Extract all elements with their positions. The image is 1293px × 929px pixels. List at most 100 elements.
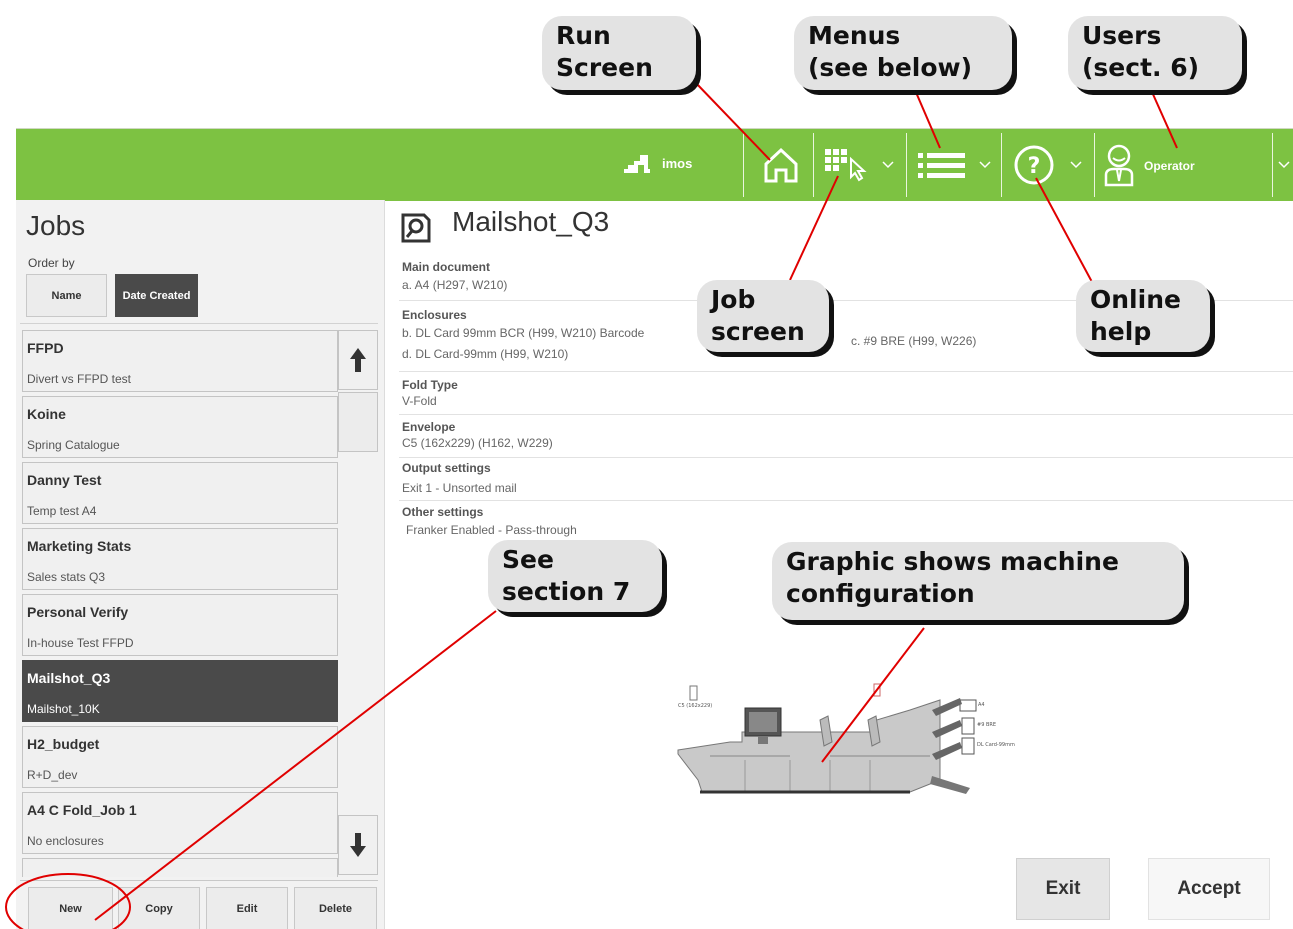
chevron-down-icon bbox=[1070, 161, 1082, 169]
job-item[interactable]: Danny Test Temp test A4 bbox=[22, 462, 338, 524]
job-details-icon bbox=[401, 213, 431, 243]
section-label: Envelope bbox=[402, 420, 456, 434]
arrow-up-icon bbox=[350, 348, 366, 372]
callout-line: section 7 bbox=[502, 577, 631, 606]
job-item[interactable]: FFPD Divert vs FFPD test bbox=[22, 330, 338, 392]
divider bbox=[399, 371, 1293, 372]
help-icon: ? bbox=[1014, 145, 1054, 185]
menus-dropdown[interactable] bbox=[978, 155, 992, 175]
doc-tag: DL Card-99mm bbox=[977, 742, 1015, 748]
accept-button[interactable]: Accept bbox=[1148, 858, 1270, 920]
job-item[interactable]: Marketing Stats Sales stats Q3 bbox=[22, 528, 338, 590]
envelope-tag: C5 (162x229) bbox=[678, 703, 712, 709]
scroll-thumb[interactable] bbox=[338, 392, 378, 452]
doc-tag: A4 bbox=[978, 702, 985, 708]
menu-icon bbox=[918, 153, 965, 178]
machine-drawing: C5 (162x229) A4 #9 BRE DL Card-99mm bbox=[677, 683, 1015, 794]
callout-users: Users (sect. 6) bbox=[1068, 16, 1242, 90]
callout-line: Menus bbox=[808, 21, 901, 50]
run-screen-button[interactable] bbox=[756, 139, 806, 191]
chevron-down-icon bbox=[882, 161, 894, 169]
new-button[interactable]: New bbox=[28, 887, 113, 929]
online-help-button[interactable]: ? bbox=[1009, 139, 1059, 191]
callout-line: Job bbox=[711, 285, 756, 314]
sort-date-created-button[interactable]: Date Created bbox=[115, 274, 198, 317]
scroll-up-button[interactable] bbox=[338, 330, 378, 390]
job-item-selected[interactable]: Mailshot_Q3 Mailshot_10K bbox=[22, 660, 338, 722]
callout-line: configuration bbox=[786, 579, 975, 608]
section-label: Main document bbox=[402, 260, 491, 274]
brand: imos bbox=[622, 153, 692, 173]
section-value: C5 (162x229) (H162, W229) bbox=[402, 436, 553, 450]
job-item[interactable]: A4 C Fold_Job 1 No enclosures bbox=[22, 792, 338, 854]
callout-online-help: Online help bbox=[1076, 280, 1210, 352]
jobs-title: Jobs bbox=[26, 210, 86, 241]
job-item[interactable]: H2_budget R+D_dev bbox=[22, 726, 338, 788]
users-button[interactable] bbox=[1096, 139, 1142, 191]
job-name: Mailshot_Q3 bbox=[27, 670, 111, 686]
other-settings-section: Other settings Franker Enabled - Pass-th… bbox=[402, 505, 1293, 537]
edit-button[interactable]: Edit bbox=[206, 887, 288, 929]
chevron-down-icon bbox=[1278, 161, 1290, 169]
svg-text:?: ? bbox=[1028, 154, 1041, 179]
sort-name-button[interactable]: Name bbox=[26, 274, 107, 317]
divider bbox=[20, 323, 378, 324]
jobs-scrollbar[interactable] bbox=[338, 330, 378, 877]
order-by-label: Order by bbox=[28, 256, 75, 270]
separator bbox=[813, 133, 814, 197]
separator bbox=[906, 133, 907, 197]
callout-line: Users bbox=[1082, 21, 1162, 50]
chevron-down-icon bbox=[979, 161, 991, 169]
copy-button[interactable]: Copy bbox=[118, 887, 200, 929]
job-item[interactable]: Personal Verify In-house Test FFPD bbox=[22, 594, 338, 656]
menus-button[interactable] bbox=[912, 139, 972, 191]
job-item[interactable]: Koine Spring Catalogue bbox=[22, 396, 338, 458]
separator bbox=[743, 133, 744, 197]
machine-configuration-graphic: C5 (162x229) A4 #9 BRE DL Card-99mm bbox=[670, 680, 1050, 815]
section-value: V-Fold bbox=[402, 394, 437, 408]
job-name: Personal Verify bbox=[27, 604, 129, 620]
callout-line: (sect. 6) bbox=[1082, 53, 1200, 82]
separator bbox=[1094, 133, 1095, 197]
callout-menus: Menus (see below) bbox=[794, 16, 1012, 90]
jobs-list: FFPD Divert vs FFPD test Koine Spring Ca… bbox=[22, 330, 338, 877]
separator bbox=[1272, 133, 1273, 197]
divider bbox=[399, 500, 1293, 501]
doc-tag: #9 BRE bbox=[977, 722, 996, 728]
job-screen-icon bbox=[825, 149, 867, 182]
divider bbox=[399, 457, 1293, 458]
job-name: H2_budget bbox=[27, 736, 100, 752]
divider bbox=[20, 880, 378, 881]
callout-line: help bbox=[1090, 317, 1152, 346]
home-icon bbox=[764, 147, 798, 183]
job-screen-dropdown[interactable] bbox=[881, 155, 895, 175]
help-dropdown[interactable] bbox=[1069, 155, 1083, 175]
top-bar: imos ? Operator bbox=[16, 129, 1293, 201]
users-dropdown[interactable] bbox=[1277, 155, 1291, 175]
output-settings-section: Output settings Exit 1 - Unsorted mail bbox=[402, 461, 1293, 495]
job-title: Mailshot_Q3 bbox=[452, 206, 610, 237]
delete-button[interactable]: Delete bbox=[294, 887, 377, 929]
job-name: Danny Test bbox=[27, 472, 102, 488]
job-subtitle: Mailshot_10K bbox=[27, 702, 100, 716]
envelope-section: Envelope C5 (162x229) (H162, W229) bbox=[402, 420, 1293, 450]
scroll-down-button[interactable] bbox=[338, 815, 378, 875]
user-label[interactable]: Operator bbox=[1144, 159, 1195, 173]
callout-line: Online bbox=[1090, 285, 1181, 314]
job-subtitle: Temp test A4 bbox=[27, 504, 97, 518]
callout-job-screen: Job screen bbox=[697, 280, 829, 352]
separator bbox=[1001, 133, 1002, 197]
callout-run-screen: Run Screen bbox=[542, 16, 696, 90]
job-subtitle: Divert vs FFPD test bbox=[27, 372, 132, 386]
callout-line: Screen bbox=[556, 53, 653, 82]
arrow-down-icon bbox=[350, 833, 366, 857]
job-name: Koine bbox=[27, 406, 66, 422]
section-value: Franker Enabled - Pass-through bbox=[406, 523, 577, 537]
job-name: FFPD bbox=[27, 340, 64, 356]
exit-button[interactable]: Exit bbox=[1016, 858, 1110, 920]
user-icon bbox=[1104, 144, 1134, 187]
job-screen-button[interactable] bbox=[820, 139, 876, 191]
job-subtitle: Spring Catalogue bbox=[27, 438, 120, 452]
job-subtitle: R+D_dev bbox=[27, 768, 78, 782]
job-item-partial[interactable] bbox=[22, 858, 338, 877]
